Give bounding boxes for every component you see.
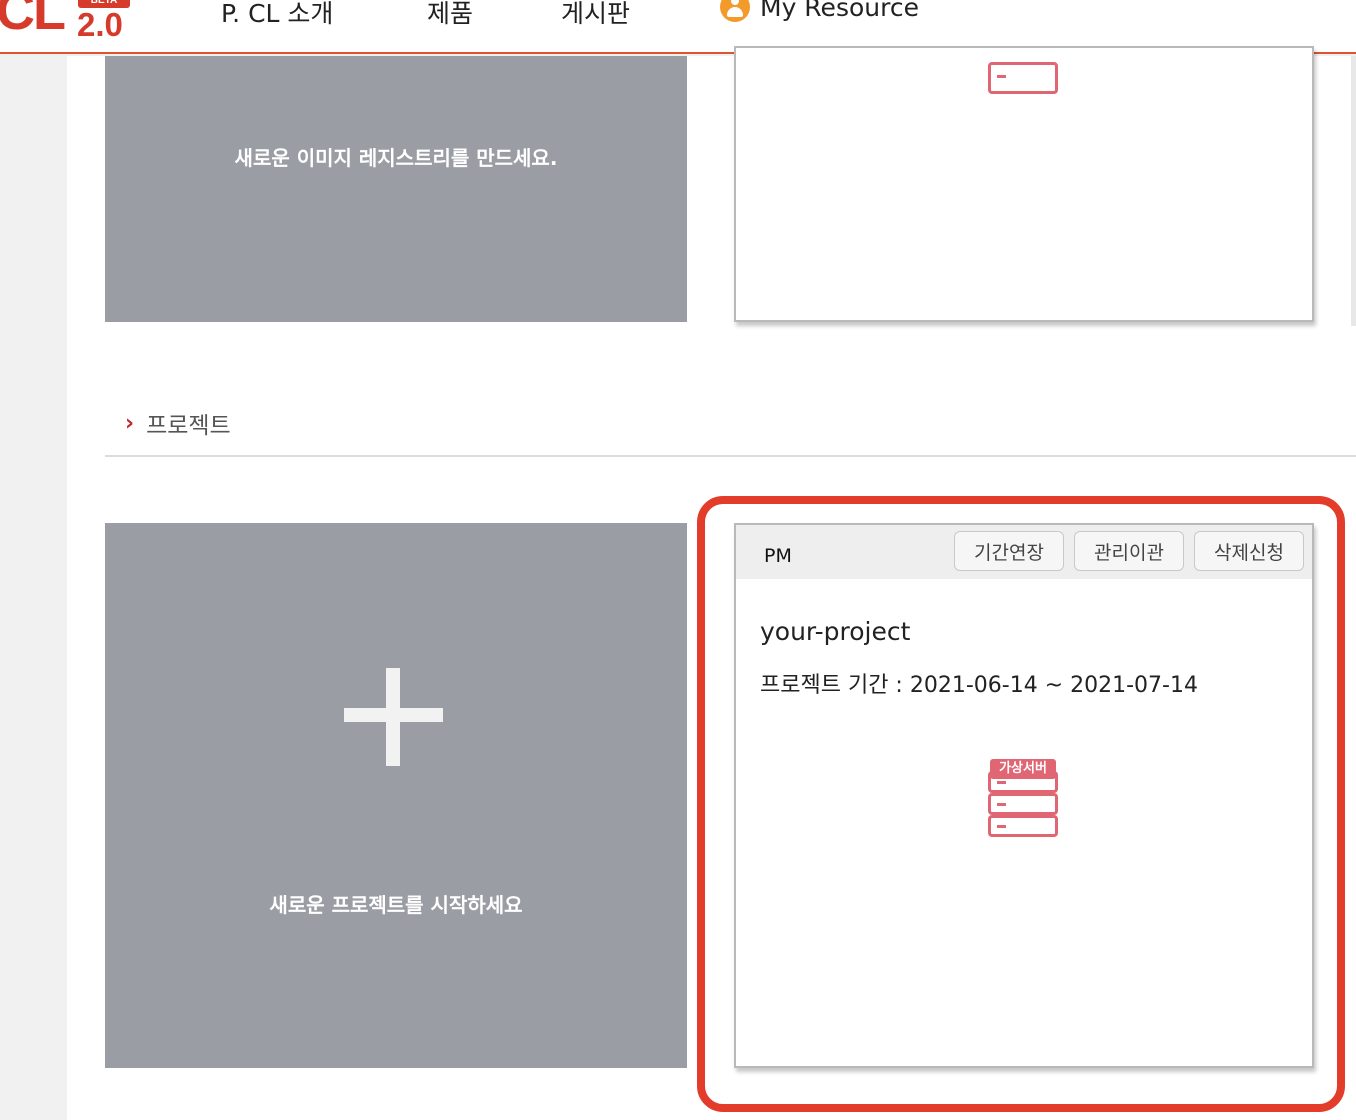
user-icon <box>720 0 750 22</box>
plus-icon-vertical <box>386 668 400 766</box>
section-divider <box>105 455 1356 457</box>
chevron-right-icon: › <box>125 410 135 436</box>
new-registry-caption: 새로운 이미지 레지스트리를 만드세요. <box>234 146 558 170</box>
server-icon <box>988 62 1058 94</box>
section-title: 프로젝트 <box>146 413 231 439</box>
new-registry-card[interactable]: 새로운 이미지 레지스트리를 만드세요. <box>105 56 687 322</box>
projects-section-header[interactable]: › 프로젝트 <box>125 406 231 440</box>
new-project-caption: 새로운 프로젝트를 시작하세요 <box>269 893 523 917</box>
logo-version: 2.0 <box>77 6 123 43</box>
my-resource-label: My Resource <box>760 0 919 22</box>
logo-text[interactable]: CL <box>0 0 66 42</box>
resource-card[interactable] <box>734 46 1314 322</box>
highlight-box <box>697 496 1345 1112</box>
nav-item-board[interactable]: 게시판 <box>561 0 630 30</box>
next-card-edge <box>1351 56 1356 326</box>
nav-item-products[interactable]: 제품 <box>427 0 473 30</box>
nav-item-my-resource[interactable]: My Resource <box>720 0 919 22</box>
nav-item-about[interactable]: P. CL 소개 <box>221 0 333 30</box>
new-project-card[interactable]: 새로운 프로젝트를 시작하세요 <box>105 523 687 1068</box>
